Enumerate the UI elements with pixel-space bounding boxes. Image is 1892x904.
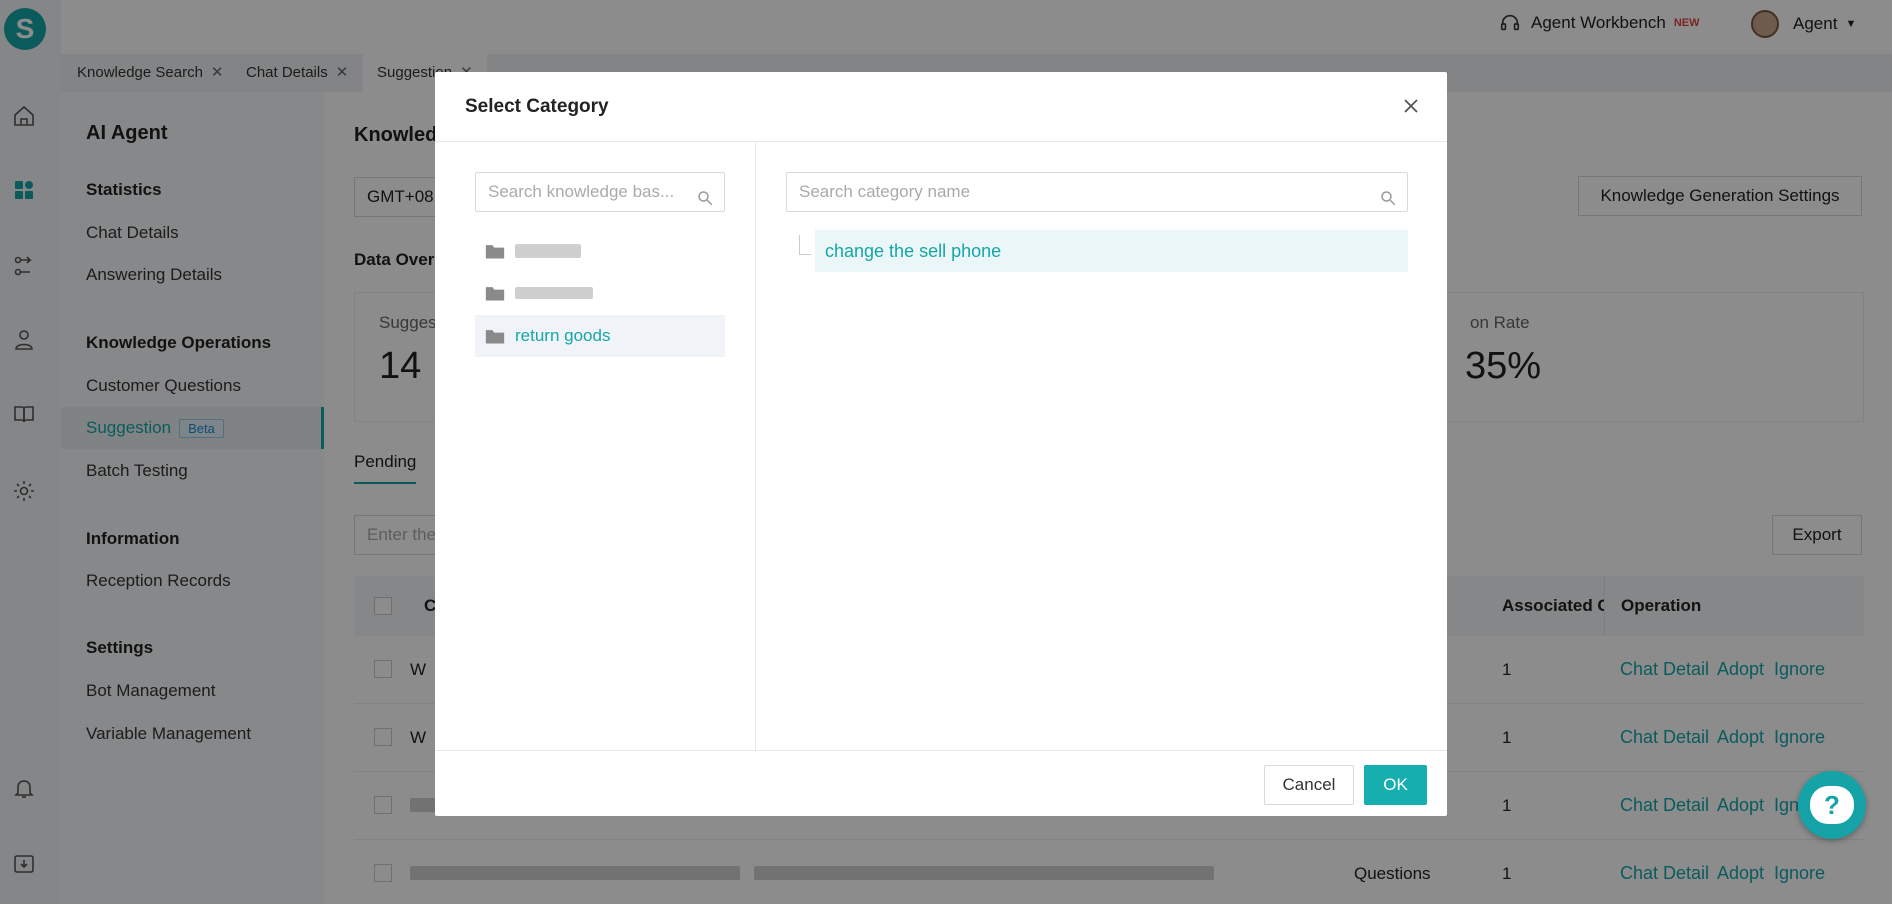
search-icon xyxy=(1379,183,1397,221)
search-placeholder: Search category name xyxy=(799,182,971,201)
folder-icon xyxy=(485,245,505,259)
divider xyxy=(435,750,1447,751)
redacted-text xyxy=(515,287,593,299)
category-search-input[interactable]: Search category name xyxy=(786,172,1408,212)
ok-button[interactable]: OK xyxy=(1364,765,1427,805)
folder-icon xyxy=(485,330,505,344)
divider xyxy=(755,141,756,750)
close-icon[interactable] xyxy=(1399,94,1423,118)
folder-icon xyxy=(485,287,505,301)
search-placeholder: Search knowledge bas... xyxy=(488,182,675,201)
question-icon: ? xyxy=(1810,786,1854,824)
divider xyxy=(435,141,1447,142)
search-icon xyxy=(696,183,714,221)
folder-label: return goods xyxy=(515,326,611,345)
folder-item[interactable] xyxy=(475,230,725,272)
category-item[interactable]: change the sell phone xyxy=(815,230,1408,272)
cancel-button[interactable]: Cancel xyxy=(1264,765,1354,805)
dialog-title: Select Category xyxy=(465,96,609,117)
help-button[interactable]: ? xyxy=(1798,771,1866,839)
redacted-text xyxy=(515,244,581,258)
folder-item-return-goods[interactable]: return goods xyxy=(475,315,725,357)
tree-connector xyxy=(799,235,811,255)
folder-item[interactable] xyxy=(475,272,725,314)
select-category-dialog: Select Category Search knowledge bas... … xyxy=(435,72,1447,816)
knowledge-base-search-input[interactable]: Search knowledge bas... xyxy=(475,172,725,212)
